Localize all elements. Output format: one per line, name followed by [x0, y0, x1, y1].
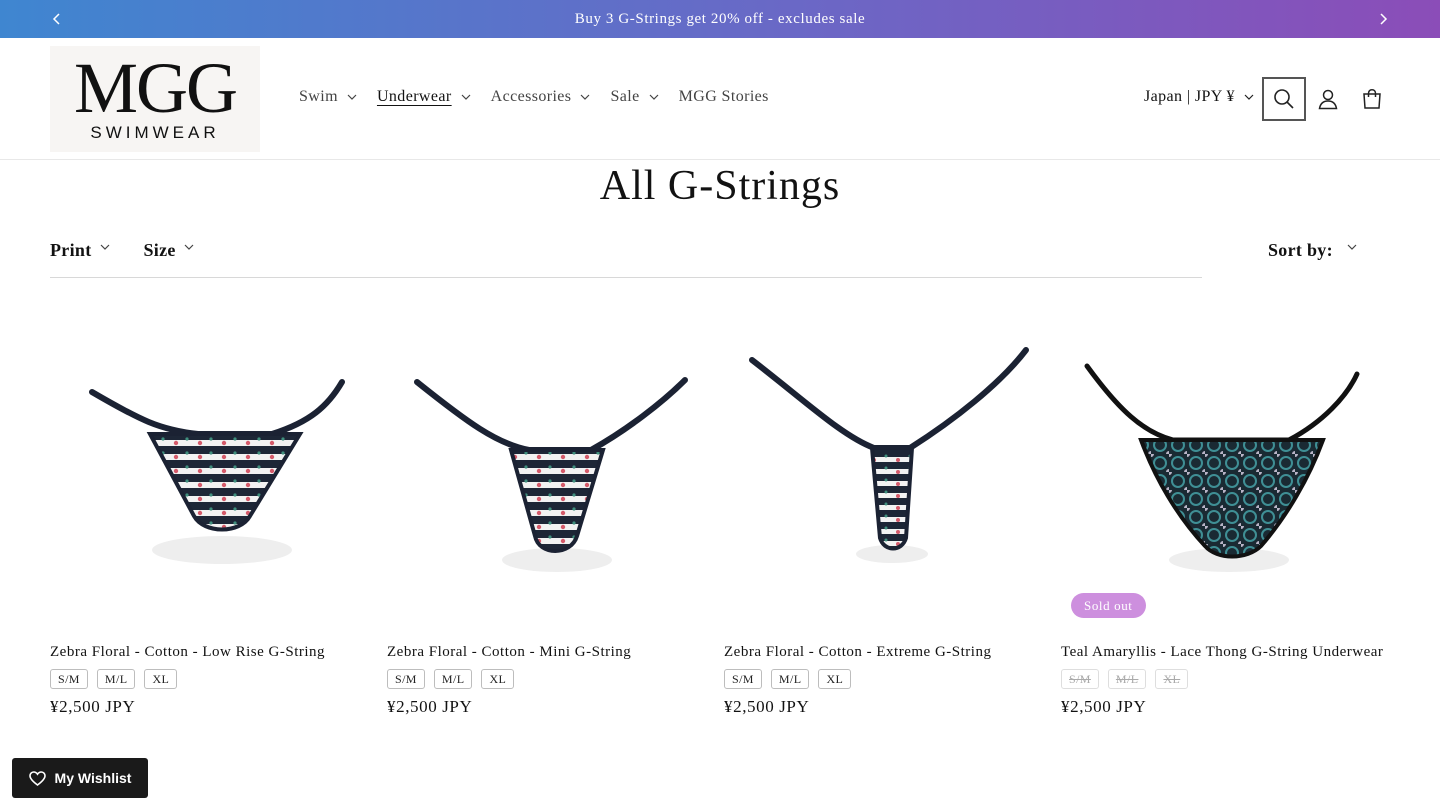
product-image[interactable] [724, 310, 1054, 628]
search-button[interactable] [1262, 77, 1306, 121]
nav-label: MGG Stories [678, 88, 769, 105]
product-card: Sold out Teal Amaryllis - Lace Thong G-S… [1061, 310, 1391, 730]
nav-label: Sale [610, 88, 640, 105]
product-image[interactable] [387, 310, 717, 628]
logo[interactable]: MGG SWIMWEAR [50, 46, 260, 152]
announcement-text[interactable]: Buy 3 G-Strings get 20% off - excludes s… [575, 11, 865, 28]
product-title[interactable]: Zebra Floral - Cotton - Extreme G-String [724, 644, 991, 661]
filter-label: Size [143, 240, 176, 260]
nav-label: Accessories [490, 88, 572, 105]
chevron-right-icon [1380, 13, 1388, 25]
site-header: MGG SWIMWEAR Swim Underwear Accessories … [0, 38, 1440, 160]
next-announcement-button[interactable] [1373, 9, 1393, 29]
product-title[interactable]: Zebra Floral - Cotton - Low Rise G-Strin… [50, 644, 325, 661]
filter-bar: Print Size [50, 240, 1202, 278]
search-icon [1274, 89, 1294, 109]
product-title[interactable]: Zebra Floral - Cotton - Mini G-String [387, 644, 631, 661]
chevron-down-icon [347, 94, 357, 100]
my-wishlist-button[interactable]: My Wishlist [12, 758, 148, 798]
chevron-down-icon [100, 244, 109, 250]
nav-accessories[interactable]: Accessories [491, 88, 591, 106]
filter-label: Print [50, 240, 92, 260]
size-options: S/M M/L XL [50, 669, 186, 689]
filter-print[interactable]: Print [50, 240, 110, 277]
size-options: S/M M/L XL [387, 669, 523, 689]
size-option[interactable]: S/M [387, 669, 425, 689]
account-button[interactable] [1306, 77, 1350, 121]
previous-announcement-button[interactable] [47, 9, 67, 29]
wishlist-label: My Wishlist [54, 770, 132, 786]
product-card: Zebra Floral - Cotton - Extreme G-String… [724, 310, 1054, 730]
announcement-bar: Buy 3 G-Strings get 20% off - excludes s… [0, 0, 1440, 38]
product-price: ¥2,500 JPY [1061, 697, 1147, 716]
country-currency-selector[interactable]: Japan | JPY ¥ [1144, 88, 1254, 106]
chevron-left-icon [52, 13, 60, 25]
size-option-unavailable[interactable]: S/M [1061, 669, 1099, 689]
locale-label: Japan | JPY ¥ [1144, 88, 1235, 105]
size-options: S/M M/L XL [1061, 669, 1197, 689]
product-card: Zebra Floral - Cotton - Low Rise G-Strin… [50, 310, 380, 730]
product-price: ¥2,500 JPY [387, 697, 473, 716]
nav-label: Swim [299, 88, 338, 105]
size-option[interactable]: S/M [724, 669, 762, 689]
account-icon [1318, 89, 1338, 110]
product-card: Zebra Floral - Cotton - Mini G-String S/… [387, 310, 717, 730]
product-price: ¥2,500 JPY [50, 697, 136, 716]
size-option[interactable]: M/L [96, 669, 136, 689]
nav-sale[interactable]: Sale [610, 88, 659, 106]
size-option[interactable]: S/M [50, 669, 88, 689]
heart-icon [28, 770, 46, 786]
size-option[interactable]: M/L [433, 669, 473, 689]
cart-button[interactable] [1350, 77, 1394, 121]
product-title[interactable]: Teal Amaryllis - Lace Thong G-String Und… [1061, 644, 1383, 661]
product-price: ¥2,500 JPY [724, 697, 810, 716]
chevron-down-icon [184, 244, 194, 250]
cart-icon [1363, 89, 1381, 109]
size-option[interactable]: XL [481, 669, 515, 689]
chevron-down-icon [461, 94, 471, 100]
nav-label: Underwear [376, 88, 452, 105]
chevron-down-icon [649, 94, 659, 100]
nav-underwear[interactable]: Underwear [377, 88, 471, 106]
logo-mark: MGG [73, 48, 238, 128]
page-title: All G-Strings [599, 163, 841, 209]
size-options: S/M M/L XL [724, 669, 860, 689]
sort-dropdown[interactable]: Sort by: [1268, 240, 1357, 261]
chevron-down-icon [1244, 94, 1254, 100]
main-nav: Swim Underwear Accessories Sale MGG Stor… [299, 88, 789, 106]
filter-size[interactable]: Size [144, 240, 194, 277]
product-image[interactable] [50, 310, 380, 628]
size-option-unavailable[interactable]: XL [1155, 669, 1189, 689]
logo-subtitle: SWIMWEAR [90, 123, 220, 142]
nav-mgg-stories[interactable]: MGG Stories [679, 88, 769, 106]
nav-swim[interactable]: Swim [299, 88, 357, 106]
size-option[interactable]: XL [144, 669, 178, 689]
size-option[interactable]: M/L [770, 669, 810, 689]
chevron-down-icon [581, 94, 590, 100]
size-option-unavailable[interactable]: M/L [1107, 669, 1147, 689]
chevron-down-icon [1347, 244, 1357, 250]
sold-out-badge: Sold out [1071, 593, 1146, 618]
sort-label: Sort by: [1268, 240, 1333, 260]
size-option[interactable]: XL [818, 669, 852, 689]
product-image[interactable] [1061, 310, 1391, 628]
